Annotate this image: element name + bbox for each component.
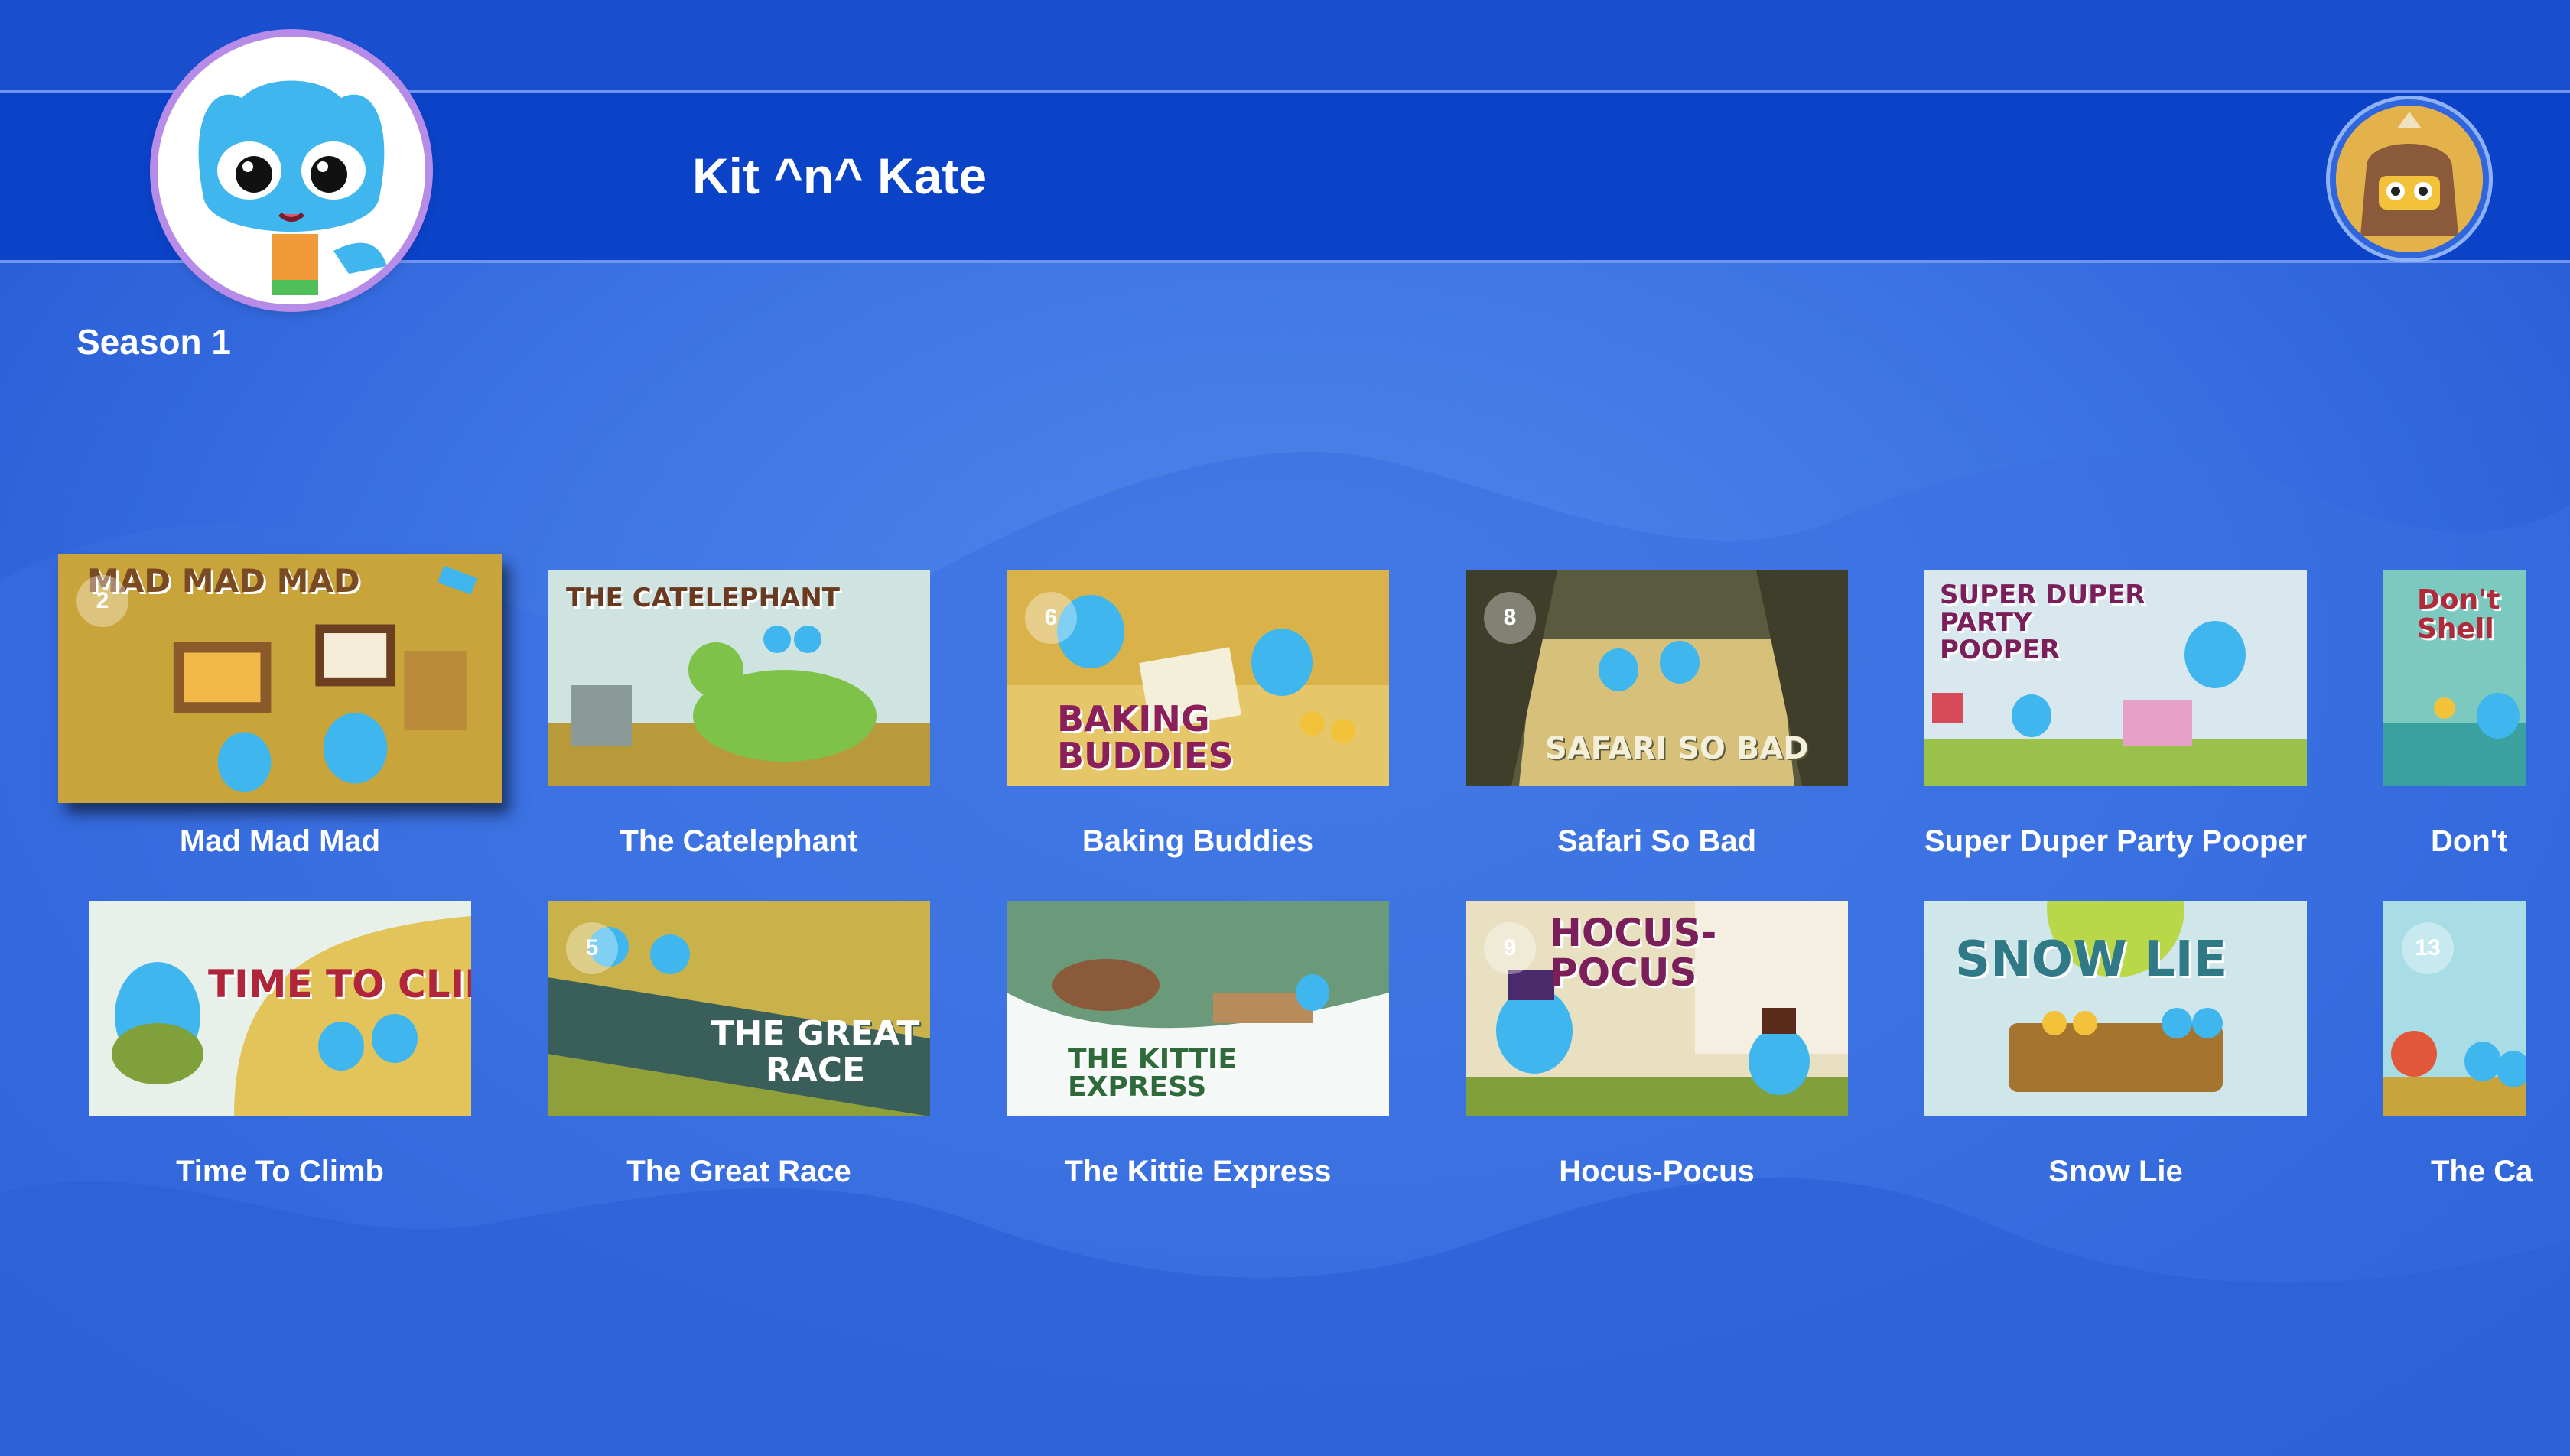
- episode-number-badge: 13: [2402, 922, 2454, 974]
- episode-thumbnail: SAFARI SO BAD 8: [1466, 570, 1848, 786]
- episode-art-title: SAFARI SO BAD: [1545, 731, 1809, 766]
- episode-title: Mad Mad Mad: [179, 824, 381, 858]
- episode-title: The Catelephant: [620, 824, 858, 858]
- episode-art-title: THE GREAT RACE: [711, 1014, 920, 1090]
- episode-thumbnail: THE CATELEPHANT: [548, 570, 930, 786]
- profile-avatar-button[interactable]: [2330, 99, 2489, 258]
- episode-thumbnail: BAKING BUDDIES 6: [1007, 570, 1389, 786]
- episode-number-badge: 8: [1484, 592, 1536, 644]
- episode-art-title: Don't Shell: [2417, 584, 2500, 645]
- kit-character-icon: [158, 37, 425, 304]
- episode-thumbnail: SNOW LIE: [1924, 901, 2307, 1116]
- episode-title: Safari So Bad: [1557, 824, 1757, 858]
- episode-thumbnail: Don't Shell: [2383, 570, 2526, 786]
- episode-thumbnail: TIME TO CLIMB: [89, 901, 471, 1116]
- episode-title: Super Duper Party Pooper: [1924, 824, 2307, 858]
- episode-title: Snow Lie: [2048, 1155, 2183, 1188]
- episode-thumbnail: 13: [2383, 901, 2526, 1116]
- episode-number-badge: 9: [1484, 922, 1536, 974]
- episode-thumbnail: SUPER DUPER PARTY POOPER: [1924, 570, 2307, 786]
- episode-title: Baking Buddies: [1082, 824, 1314, 858]
- episode-number-badge: 2: [76, 575, 128, 627]
- episode-art-title: BAKING BUDDIES: [1057, 698, 1234, 776]
- episode-title: Hocus-Pocus: [1559, 1155, 1755, 1188]
- episode-art-title: HOCUS-POCUS: [1550, 911, 1717, 995]
- episode-art-title: MAD MAD MAD: [87, 562, 360, 600]
- episode-title: The Great Race: [626, 1155, 851, 1188]
- episode-title: Time To Climb: [176, 1155, 384, 1188]
- episode-thumbnail: HOCUS-POCUS 9: [1466, 901, 1848, 1116]
- episode-title: Don't: [2431, 824, 2508, 858]
- episode-number-badge: 6: [1025, 592, 1077, 644]
- app-title: Kit ^n^ Kate: [692, 148, 987, 204]
- creature-avatar-icon: [2336, 106, 2483, 252]
- episode-art-title: SNOW LIE: [1955, 931, 2227, 988]
- episode-art-title: TIME TO CLIMB: [208, 962, 471, 1006]
- episode-art-title: THE KITTIE EXPRESS: [1068, 1044, 1238, 1103]
- episode-thumbnail: THE KITTIE EXPRESS: [1007, 901, 1389, 1116]
- episode-thumbnail: MAD MAD MAD 2: [58, 554, 502, 803]
- season-label: Season 1: [76, 322, 231, 362]
- episode-art-title: THE CATELEPHANT: [566, 583, 840, 613]
- app-logo: [158, 37, 425, 304]
- episode-number-badge: 5: [566, 922, 618, 974]
- episode-title: The Kittie Express: [1064, 1155, 1332, 1188]
- episode-thumbnail: THE GREAT RACE 5: [548, 901, 930, 1116]
- episode-title: The Ca: [2431, 1155, 2533, 1188]
- episode-art-title: SUPER DUPER PARTY POOPER: [1940, 580, 2145, 665]
